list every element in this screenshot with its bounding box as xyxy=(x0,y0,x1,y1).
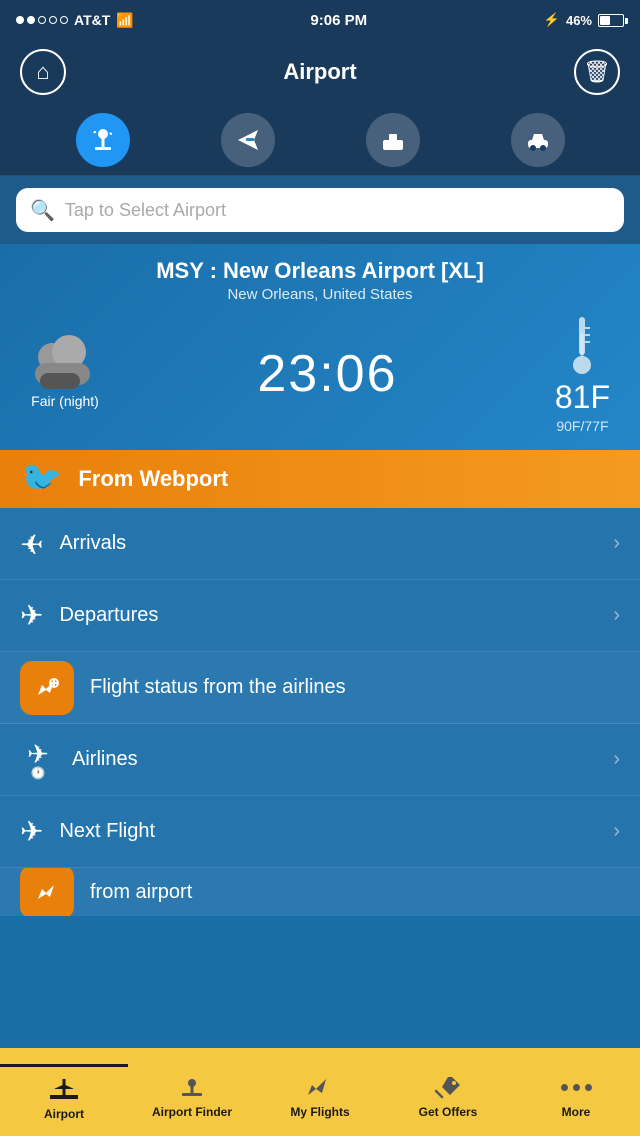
from-airport-label: from airport xyxy=(90,881,192,904)
get-offers-tab-label: Get Offers xyxy=(419,1105,478,1119)
more-dots-icon xyxy=(561,1073,592,1101)
temp-range: 90F/77F xyxy=(556,418,608,434)
weather-desc: Fair (night) xyxy=(31,393,99,409)
bottom-tab-airport-finder[interactable]: Airport Finder xyxy=(128,1065,256,1119)
category-tabs xyxy=(0,104,640,176)
send-icon xyxy=(234,126,262,154)
airport-name: MSY : New Orleans Airport [XL] xyxy=(20,258,620,284)
hotel-icon xyxy=(379,126,407,154)
arrivals-item[interactable]: ✈ Arrivals › xyxy=(0,508,640,580)
status-bar: AT&T 📶 9:06 PM ⚡ 46% xyxy=(0,0,640,40)
nav-bar: ⌂ Airport 🗑 xyxy=(0,40,640,104)
next-flight-icon: ✈ xyxy=(20,815,43,848)
webport-label: From Webport xyxy=(78,466,228,492)
bottom-tab-get-offers[interactable]: Get Offers xyxy=(384,1065,512,1119)
bluetooth-icon: ⚡ xyxy=(544,12,560,28)
wifi-icon: 📶 xyxy=(116,12,133,29)
next-flight-chevron: › xyxy=(613,820,620,843)
departures-label: Departures xyxy=(59,604,597,627)
tab-car[interactable] xyxy=(511,113,565,167)
thermometer-icon xyxy=(568,313,596,377)
tab-send[interactable] xyxy=(221,113,275,167)
tower-icon xyxy=(87,124,119,156)
tab-hotel[interactable] xyxy=(366,113,420,167)
car-icon xyxy=(524,126,552,154)
temp-main: 81F xyxy=(555,379,610,416)
signal-dots xyxy=(16,16,68,24)
time-display: 9:06 PM xyxy=(310,12,367,29)
nav-title: Airport xyxy=(283,59,356,85)
battery-icon xyxy=(598,14,624,27)
more-tab-label: More xyxy=(562,1105,591,1119)
from-airport-partial-item[interactable]: from airport xyxy=(0,868,640,916)
battery-percent: 46% xyxy=(566,13,592,28)
search-icon: 🔍 xyxy=(30,198,55,223)
flight-status-icon xyxy=(32,673,62,703)
carrier-label: AT&T xyxy=(74,12,110,28)
webport-banner[interactable]: 🐦 From Webport xyxy=(0,450,640,508)
airport-tab-icon xyxy=(48,1075,80,1103)
dot3 xyxy=(38,16,46,24)
airport-finder-tab-icon xyxy=(176,1073,208,1101)
from-airport-icon xyxy=(32,877,62,907)
bottom-tab-bar: Airport Airport Finder My Flights Get Of… xyxy=(0,1048,640,1136)
weather-cloud-icon xyxy=(30,339,100,389)
menu-list: ✈ Arrivals › ✈ Departures › Flight statu… xyxy=(0,508,640,916)
from-airport-icon-bg xyxy=(20,868,74,916)
flight-status-icon-bg xyxy=(20,661,74,715)
delete-button[interactable]: 🗑 xyxy=(574,49,620,95)
arrivals-icon: ✈ xyxy=(20,527,43,560)
airlines-clock-icon: 🕐 xyxy=(31,766,46,780)
departures-item[interactable]: ✈ Departures › xyxy=(0,580,640,652)
airlines-label: Airlines xyxy=(72,748,597,771)
departures-chevron: › xyxy=(613,604,620,627)
airlines-chevron: › xyxy=(613,748,620,771)
search-placeholder: Tap to Select Airport xyxy=(65,200,610,221)
departures-icon: ✈ xyxy=(20,599,43,632)
airport-info: MSY : New Orleans Airport [XL] New Orlea… xyxy=(0,244,640,450)
home-icon: ⌂ xyxy=(36,59,49,85)
search-section: 🔍 Tap to Select Airport xyxy=(0,176,640,244)
bottom-tab-more[interactable]: More xyxy=(512,1065,640,1119)
airlines-icon-wrap: ✈ 🕐 xyxy=(20,739,56,780)
weather-left: Fair (night) xyxy=(30,339,100,409)
weather-right: 81F 90F/77F xyxy=(555,313,610,434)
status-left: AT&T 📶 xyxy=(16,12,134,29)
dot1 xyxy=(16,16,24,24)
weather-row: Fair (night) 23:06 81F 90F/77F xyxy=(20,313,620,434)
my-flights-tab-label: My Flights xyxy=(290,1105,349,1119)
status-right: ⚡ 46% xyxy=(544,12,624,28)
next-flight-item[interactable]: ✈ Next Flight › xyxy=(0,796,640,868)
airport-location: New Orleans, United States xyxy=(20,286,620,303)
airport-time: 23:06 xyxy=(257,344,397,404)
flight-status-label: Flight status from the airlines xyxy=(90,676,620,699)
battery-fill xyxy=(600,16,610,25)
flight-status-item[interactable]: Flight status from the airlines xyxy=(0,652,640,724)
home-button[interactable]: ⌂ xyxy=(20,49,66,95)
airport-tab-label: Airport xyxy=(44,1107,84,1121)
airlines-item[interactable]: ✈ 🕐 Airlines › xyxy=(0,724,640,796)
my-flights-tab-icon xyxy=(304,1073,336,1101)
arrivals-chevron: › xyxy=(613,532,620,555)
trash-icon: 🗑 xyxy=(583,59,611,85)
tab-flights[interactable] xyxy=(76,113,130,167)
get-offers-tab-icon xyxy=(432,1073,464,1101)
search-input[interactable]: 🔍 Tap to Select Airport xyxy=(16,188,624,232)
dot5 xyxy=(60,16,68,24)
bottom-tab-airport[interactable]: Airport xyxy=(0,1064,128,1121)
next-flight-label: Next Flight xyxy=(59,820,597,843)
bird-icon: 🐦 xyxy=(20,459,62,499)
airport-finder-tab-label: Airport Finder xyxy=(152,1105,232,1119)
dot2 xyxy=(27,16,35,24)
bottom-tab-my-flights[interactable]: My Flights xyxy=(256,1065,384,1119)
dot4 xyxy=(49,16,57,24)
arrivals-label: Arrivals xyxy=(59,532,597,555)
